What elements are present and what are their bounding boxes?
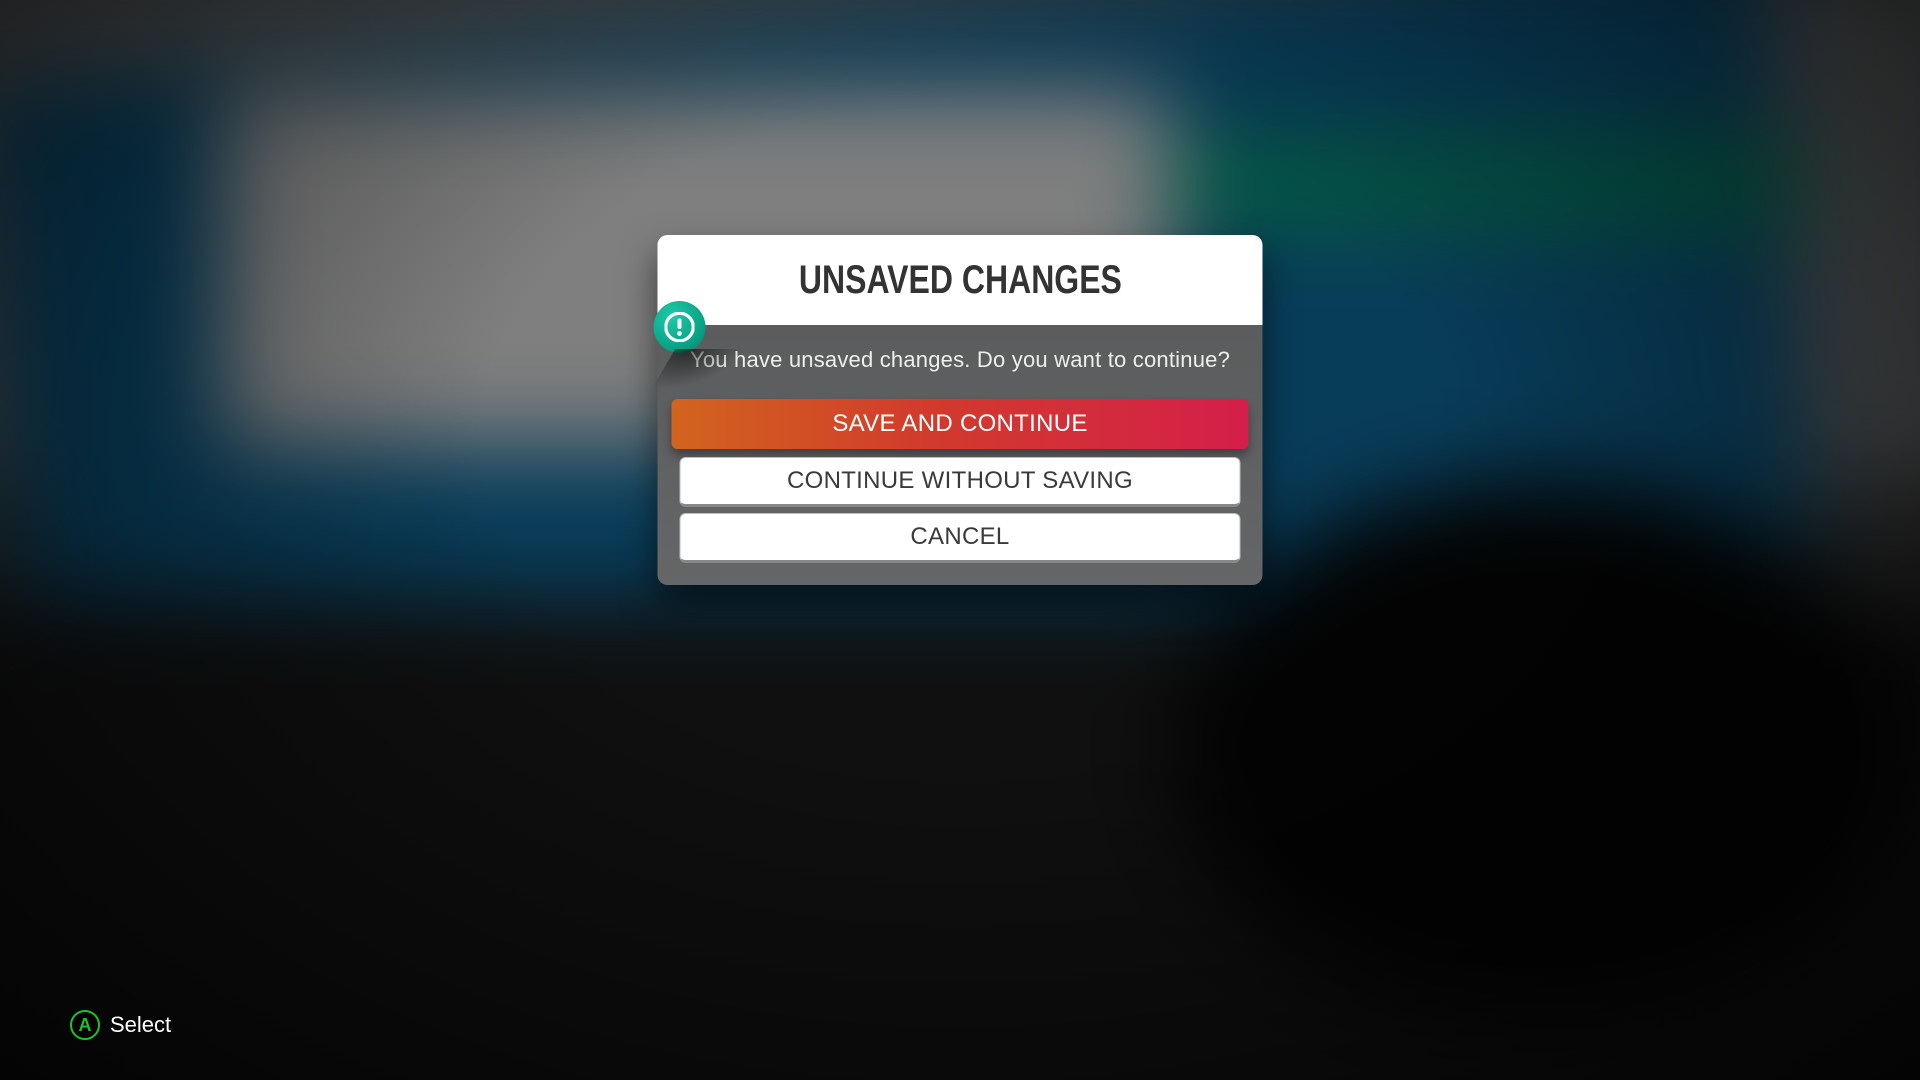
controller-hint: A Select xyxy=(70,1010,171,1040)
save-and-continue-button[interactable]: SAVE AND CONTINUE xyxy=(672,399,1249,449)
continue-without-saving-button[interactable]: CONTINUE WITHOUT SAVING xyxy=(680,457,1241,507)
dialog-title: UNSAVED CHANGES xyxy=(799,258,1122,303)
dialog-body: You have unsaved changes. Do you want to… xyxy=(658,325,1263,585)
a-button-icon: A xyxy=(70,1010,100,1040)
hint-label: Select xyxy=(110,1012,171,1038)
unsaved-changes-dialog: UNSAVED CHANGES You have unsaved changes… xyxy=(658,235,1263,585)
dialog-header: UNSAVED CHANGES xyxy=(658,235,1263,325)
dialog-button-stack: SAVE AND CONTINUE CONTINUE WITHOUT SAVIN… xyxy=(674,399,1247,563)
exclamation-icon xyxy=(654,301,706,353)
cancel-button[interactable]: CANCEL xyxy=(680,513,1241,563)
dialog-message: You have unsaved changes. Do you want to… xyxy=(674,347,1247,373)
